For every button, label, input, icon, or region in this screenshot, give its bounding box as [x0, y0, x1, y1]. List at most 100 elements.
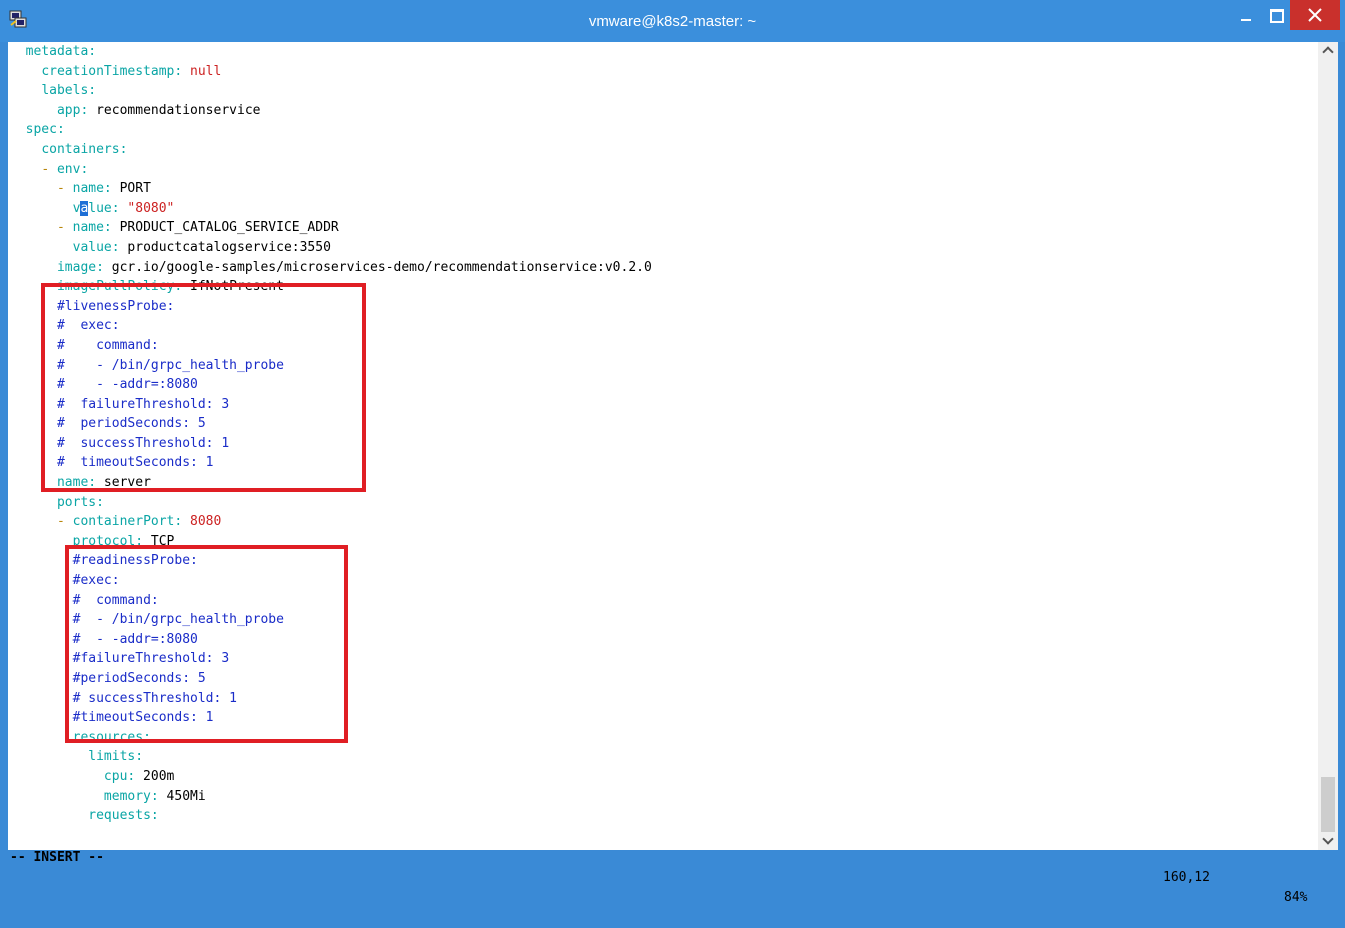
code-token: # successThreshold: 1 [56, 435, 230, 451]
code-line[interactable]: # - /bin/grpc_health_probe [8, 356, 1318, 376]
code-line[interactable]: value: productcatalogservice:3550 [8, 238, 1318, 258]
code-line[interactable]: imagePullPolicy: IfNotPresent [8, 277, 1318, 297]
code-line[interactable]: # - /bin/grpc_health_probe [8, 610, 1318, 630]
code-token: - [56, 514, 73, 530]
code-line[interactable]: #timeoutSeconds: 1 [8, 708, 1318, 728]
code-line[interactable]: #livenessProbe: [8, 297, 1318, 317]
code-line[interactable]: # command: [8, 336, 1318, 356]
code-line[interactable]: name: server [8, 473, 1318, 493]
code-token: # command: [72, 592, 159, 608]
vim-buffer[interactable]: metadata: creationTimestamp: null labels… [8, 42, 1318, 826]
maximize-button[interactable] [1262, 0, 1290, 30]
code-token: containers: [41, 141, 128, 157]
scroll-up-icon[interactable] [1318, 42, 1338, 60]
code-line[interactable]: spec: [8, 120, 1318, 140]
code-line[interactable]: ports: [8, 493, 1318, 513]
code-line[interactable]: cpu: 200m [8, 767, 1318, 787]
code-token: # - /bin/grpc_health_probe [56, 357, 284, 373]
code-token: labels: [41, 83, 97, 99]
code-line[interactable]: # command: [8, 591, 1318, 611]
code-line[interactable]: resources: [8, 728, 1318, 748]
code-line[interactable]: #exec: [8, 571, 1318, 591]
code-line[interactable]: memory: 450Mi [8, 787, 1318, 807]
cursor-position: 160,12 [1163, 870, 1210, 885]
code-line[interactable]: #periodSeconds: 5 [8, 669, 1318, 689]
code-line[interactable]: protocol: TCP [8, 532, 1318, 552]
code-line[interactable]: # successThreshold: 1 [8, 434, 1318, 454]
code-token: #periodSeconds: 5 [72, 671, 206, 686]
code-line[interactable]: metadata: [8, 42, 1318, 62]
terminal-window[interactable]: metadata: creationTimestamp: null labels… [8, 42, 1338, 905]
code-line[interactable]: - name: PRODUCT_CATALOG_SERVICE_ADDR [8, 218, 1318, 238]
code-line[interactable]: # - -addr=:8080 [8, 630, 1318, 650]
code-token: limits: [88, 749, 144, 765]
code-line[interactable]: requests: [8, 806, 1318, 826]
code-token: #timeoutSeconds: 1 [72, 710, 214, 726]
code-token: # - -addr=:8080 [56, 377, 198, 393]
scroll-down-icon[interactable] [1318, 832, 1338, 850]
code-line[interactable]: app: recommendationservice [8, 101, 1318, 121]
code-line[interactable]: # - -addr=:8080 [8, 375, 1318, 395]
minimize-button[interactable] [1232, 0, 1260, 30]
code-token: creationTimestamp: [41, 63, 183, 79]
code-line[interactable]: - containerPort: 8080 [8, 512, 1318, 532]
code-line[interactable]: creationTimestamp: null [8, 62, 1318, 82]
code-token: ports: [56, 494, 104, 510]
code-token: null [190, 63, 222, 79]
code-token: name: [72, 181, 112, 197]
code-token: memory: [103, 788, 159, 804]
code-token: "8080" [127, 200, 175, 216]
code-token: # command: [56, 337, 159, 353]
code-token: requests: [88, 808, 159, 824]
vertical-scrollbar[interactable] [1318, 42, 1338, 850]
code-token: - [56, 181, 73, 197]
code-token: - [56, 220, 73, 236]
code-token: image: [56, 259, 104, 275]
code-token: server [96, 475, 151, 491]
title-bar: vmware@k8s2-master: ~ [0, 0, 1345, 42]
code-line[interactable]: # failureThreshold: 3 [8, 395, 1318, 415]
code-line[interactable]: #failureThreshold: 3 [8, 649, 1318, 669]
scroll-thumb[interactable] [1321, 777, 1335, 832]
code-token: # timeoutSeconds: 1 [56, 455, 214, 471]
code-line[interactable]: image: gcr.io/google-samples/microservic… [8, 258, 1318, 278]
code-token: PRODUCT_CATALOG_SERVICE_ADDR [111, 220, 339, 236]
code-line[interactable]: limits: [8, 747, 1318, 767]
code-line[interactable]: - env: [8, 160, 1318, 180]
code-line[interactable]: value: "8080" [8, 199, 1318, 219]
code-token: # exec: [56, 318, 120, 334]
code-line[interactable]: # successThreshold: 1 [8, 689, 1318, 709]
code-line[interactable]: - name: PORT [8, 179, 1318, 199]
code-token: resources: [72, 729, 151, 745]
code-line[interactable]: # exec: [8, 316, 1318, 336]
code-line[interactable]: labels: [8, 81, 1318, 101]
code-token: #failureThreshold: 3 [72, 651, 230, 667]
code-line[interactable]: containers: [8, 140, 1318, 160]
code-line[interactable]: # periodSeconds: 5 [8, 414, 1318, 434]
code-token: # failureThreshold: 3 [56, 396, 230, 412]
code-token: # - /bin/grpc_health_probe [72, 612, 284, 628]
code-line[interactable]: # timeoutSeconds: 1 [8, 453, 1318, 473]
code-line[interactable]: #readinessProbe: [8, 551, 1318, 571]
close-button[interactable] [1290, 0, 1340, 30]
